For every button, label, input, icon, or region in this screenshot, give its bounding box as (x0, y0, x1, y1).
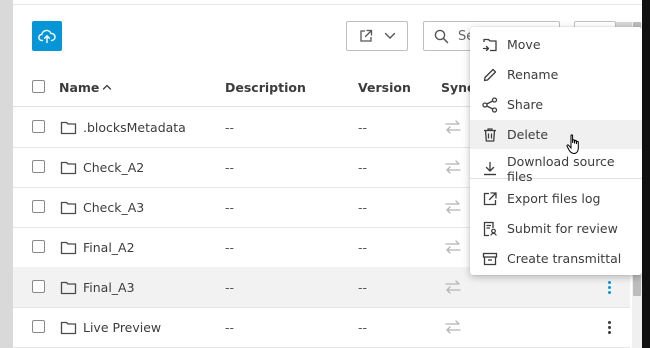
row-version: -- (358, 119, 368, 135)
row-name-cell[interactable]: Check_A3 (60, 187, 144, 227)
row-description: -- (225, 119, 235, 135)
menu-item-label: Create transmittal (507, 251, 622, 266)
row-name-cell[interactable]: Check_A2 (60, 147, 144, 187)
context-menu: Move Rename Share Delete Download source… (470, 27, 642, 275)
menu-item-label: Export files log (507, 191, 601, 206)
row-checkbox[interactable] (32, 200, 45, 213)
move-icon (482, 38, 497, 52)
row-name-label: Final_A3 (83, 279, 135, 295)
menu-item-create-transmittal[interactable]: Create transmittal (470, 244, 642, 273)
menu-item-move[interactable]: Move (470, 30, 642, 59)
cloud-upload-icon (38, 29, 56, 44)
folder-icon (60, 121, 77, 134)
row-name-label: .blocksMetadata (83, 119, 186, 135)
export-icon (483, 192, 497, 206)
row-description: -- (225, 239, 235, 255)
row-checkbox[interactable] (32, 320, 45, 333)
review-icon (483, 221, 497, 237)
row-version: -- (358, 239, 368, 255)
column-header-description[interactable]: Description (225, 68, 306, 106)
folder-icon (60, 321, 77, 334)
row-name-label: Check_A3 (83, 199, 145, 215)
menu-item-share[interactable]: Share (470, 90, 642, 119)
upload-button[interactable] (32, 21, 62, 51)
row-name-label: Final_A2 (83, 239, 135, 255)
row-checkbox[interactable] (32, 160, 45, 173)
share-icon (482, 97, 498, 113)
row-description: -- (225, 199, 235, 215)
row-checkbox[interactable] (32, 120, 45, 133)
menu-item-label: Move (507, 37, 541, 52)
transmittal-icon (482, 252, 498, 266)
column-header-version[interactable]: Version (358, 68, 411, 106)
menu-item-label: Rename (507, 67, 559, 82)
menu-item-rename[interactable]: Rename (470, 60, 642, 89)
chevron-down-icon (384, 32, 396, 39)
share-dropdown-button[interactable] (346, 21, 408, 51)
window-edge (642, 0, 650, 348)
row-version: -- (358, 279, 368, 295)
row-name-label: Check_A2 (83, 159, 145, 175)
sync-arrows-icon (445, 320, 461, 334)
folder-icon (60, 201, 77, 214)
more-options-icon[interactable] (602, 317, 616, 337)
row-version: -- (358, 199, 368, 215)
column-header-name[interactable]: Name (59, 68, 112, 106)
folder-icon (60, 241, 77, 254)
row-name-label: Live Preview (83, 319, 162, 335)
menu-item-label: Download source files (507, 153, 615, 184)
menu-item-label: Share (507, 97, 544, 112)
menu-item-label: Submit for review (507, 221, 618, 236)
row-name-cell[interactable]: Live Preview (60, 307, 161, 347)
share-box-icon (360, 29, 373, 42)
column-header-name-label: Name (59, 79, 100, 95)
more-options-icon[interactable] (602, 277, 616, 297)
pencil-icon (483, 68, 497, 82)
row-description: -- (225, 159, 235, 175)
menu-item-download-source-files[interactable]: Download source files (470, 153, 642, 184)
row-version: -- (358, 319, 368, 335)
trash-icon (484, 128, 496, 142)
download-icon (484, 161, 496, 176)
left-gutter (0, 0, 13, 348)
row-description: -- (225, 319, 235, 335)
select-all-checkbox[interactable] (32, 80, 45, 93)
row-checkbox[interactable] (32, 280, 45, 293)
table-row[interactable]: Live Preview -- -- (13, 307, 630, 348)
folder-icon (60, 281, 77, 294)
row-name-cell[interactable]: Final_A3 (60, 267, 135, 307)
folder-icon (60, 161, 77, 174)
row-name-cell[interactable]: Final_A2 (60, 227, 135, 267)
top-divider (13, 0, 643, 5)
menu-item-delete[interactable]: Delete (470, 120, 642, 149)
row-name-cell[interactable]: .blocksMetadata (60, 107, 186, 147)
search-icon (434, 29, 449, 43)
sync-arrows-icon (445, 160, 461, 174)
sync-arrows-icon (445, 200, 461, 214)
sync-arrows-icon (445, 280, 461, 294)
row-checkbox[interactable] (32, 240, 45, 253)
menu-item-submit-for-review[interactable]: Submit for review (470, 214, 642, 243)
hand-cursor-icon (566, 134, 579, 155)
sync-arrows-icon (445, 120, 461, 134)
menu-item-export-files-log[interactable]: Export files log (470, 184, 642, 213)
sync-arrows-icon (445, 240, 461, 254)
menu-item-label: Delete (507, 127, 549, 142)
row-version: -- (358, 159, 368, 175)
sort-ascending-icon (103, 84, 112, 90)
row-description: -- (225, 279, 235, 295)
